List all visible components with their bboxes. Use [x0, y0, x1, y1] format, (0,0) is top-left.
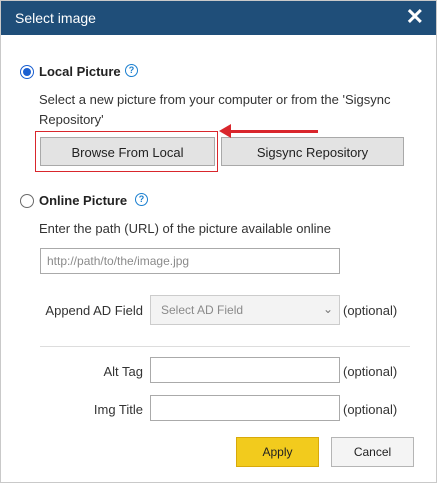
browse-from-local-button[interactable]: Browse From Local — [40, 137, 215, 166]
sigsync-repository-button[interactable]: Sigsync Repository — [221, 137, 404, 166]
img-title-input[interactable] — [150, 395, 340, 421]
optional-label: (optional) — [343, 364, 398, 379]
ad-field-select[interactable]: Select AD Field ⌄ — [150, 295, 340, 325]
append-ad-field-label: Append AD Field — [45, 303, 143, 318]
ad-field-select-value: Select AD Field — [161, 303, 244, 317]
local-picture-description: Select a new picture from your computer … — [39, 92, 391, 127]
online-picture-description: Enter the path (URL) of the picture avai… — [39, 221, 331, 236]
annotation-arrow-head — [219, 124, 231, 138]
img-title-label: Img Title — [93, 402, 143, 417]
alt-tag-input[interactable] — [150, 357, 340, 383]
optional-label: (optional) — [343, 402, 398, 417]
dialog-titlebar: Select image ✕ — [1, 1, 436, 35]
local-picture-label[interactable]: Local Picture — [39, 64, 121, 79]
image-url-input[interactable] — [40, 248, 340, 274]
cancel-button[interactable]: Cancel — [331, 437, 414, 467]
select-image-dialog: Select image ✕ Local Picture ? Select a … — [0, 0, 437, 483]
dialog-title: Select image — [15, 10, 96, 26]
optional-label: (optional) — [343, 303, 398, 318]
annotation-arrow-line — [229, 130, 318, 133]
divider — [40, 346, 410, 347]
alt-tag-label: Alt Tag — [103, 364, 143, 379]
online-picture-radio[interactable] — [20, 194, 34, 208]
chevron-down-icon: ⌄ — [322, 302, 333, 316]
local-picture-radio[interactable] — [20, 65, 34, 79]
online-picture-label[interactable]: Online Picture — [39, 193, 127, 208]
help-icon[interactable]: ? — [125, 64, 138, 77]
help-icon[interactable]: ? — [135, 193, 148, 206]
close-icon[interactable]: ✕ — [406, 5, 424, 29]
apply-button[interactable]: Apply — [236, 437, 319, 467]
